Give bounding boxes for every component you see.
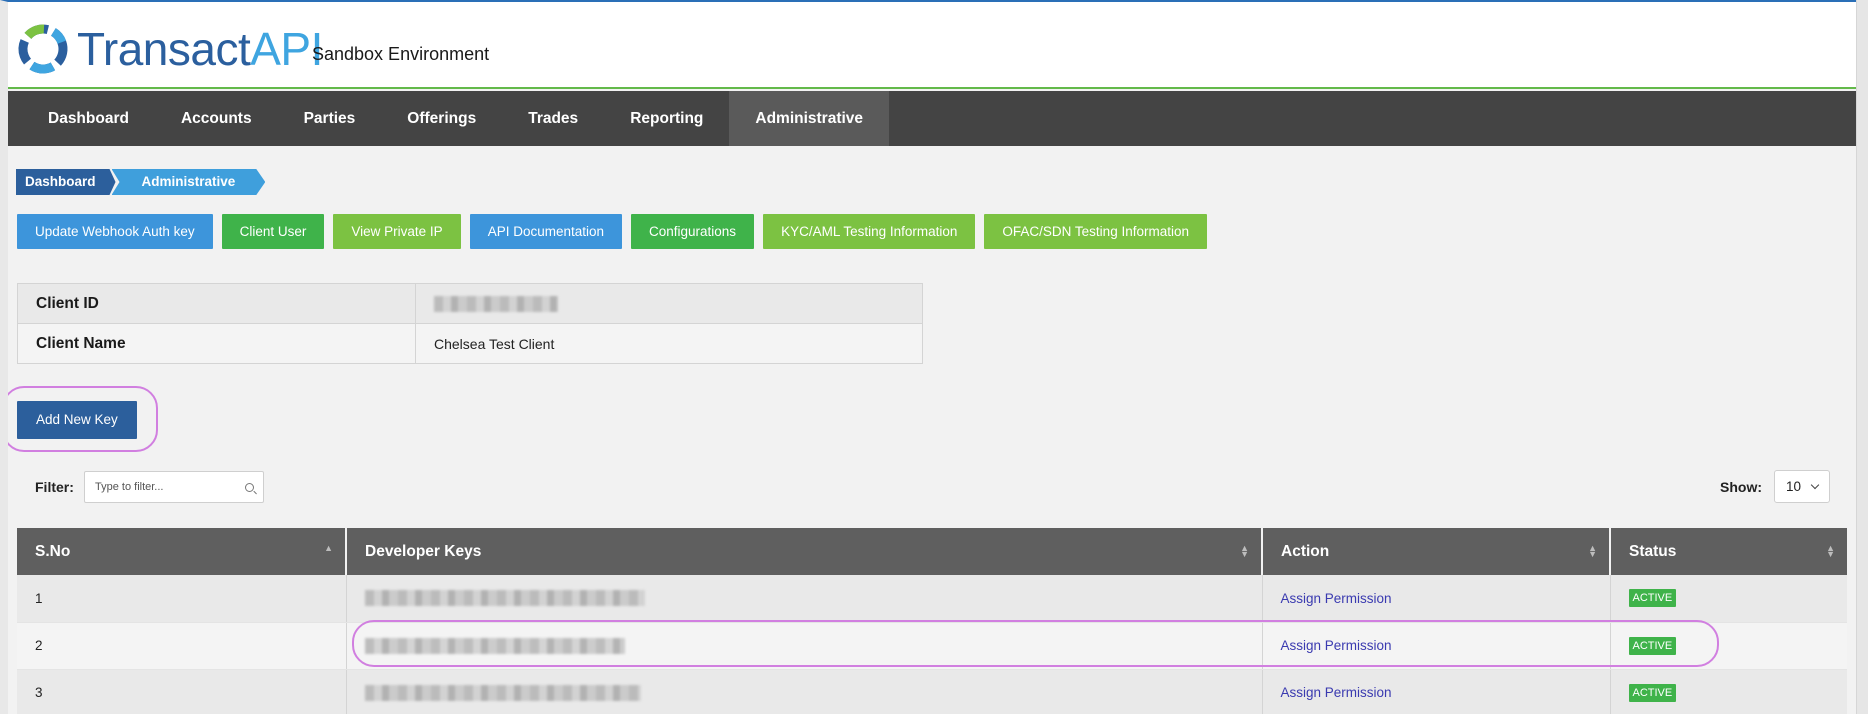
- highlight-annotation: [352, 620, 1719, 667]
- client-id-value: [415, 283, 923, 324]
- nav-item-trades[interactable]: Trades: [502, 91, 604, 146]
- column-header-sno[interactable]: S.No ▲: [17, 528, 347, 575]
- update-webhook-auth-key-button[interactable]: Update Webhook Auth key: [17, 214, 213, 249]
- column-header-developer-keys[interactable]: Developer Keys ▲ ▼: [346, 528, 1263, 575]
- highlight-annotation: [8, 386, 158, 452]
- page-size-value: 10: [1786, 479, 1802, 494]
- column-header-developer-keys-label: Developer Keys: [365, 542, 482, 560]
- status-badge: ACTIVE: [1628, 589, 1677, 608]
- filter-box: [84, 471, 264, 503]
- filter-input[interactable]: [95, 479, 235, 495]
- scrollbar[interactable]: [1856, 0, 1868, 714]
- logo-ring-icon: [18, 24, 68, 74]
- status-badge: ACTIVE: [1628, 683, 1677, 702]
- client-info-table: Client ID Client Name Chelsea Test Clien…: [17, 283, 923, 364]
- client-name-value: Chelsea Test Client: [415, 323, 923, 364]
- row-sno: 1: [17, 575, 347, 623]
- logo-text-transact: Transact: [77, 23, 251, 75]
- table-row: 1 Assign Permission ACTIVE: [17, 575, 1847, 623]
- sort-asc-icon: ▲: [324, 543, 333, 553]
- redacted-developer-key: [364, 590, 645, 607]
- page-frame: TransactAPI Sandbox Environment Dashboar…: [0, 0, 1868, 714]
- logo-text: TransactAPI: [77, 22, 323, 76]
- table-header-row: S.No ▲ Developer Keys ▲ ▼ Action ▲ ▼ Status ▲ ▼: [17, 528, 1847, 575]
- column-header-action-label: Action: [1281, 542, 1330, 560]
- show-label: Show:: [1720, 479, 1762, 495]
- chevron-down-icon: [1810, 480, 1820, 490]
- breadcrumb-administrative[interactable]: Administrative: [112, 169, 266, 195]
- kyc-aml-testing-button[interactable]: KYC/AML Testing Information: [763, 214, 976, 249]
- sort-icon: ▲ ▼: [1826, 543, 1835, 559]
- environment-title: Sandbox Environment: [312, 44, 490, 64]
- column-header-status-label: Status: [1629, 542, 1677, 560]
- nav-item-offerings[interactable]: Offerings: [381, 91, 502, 146]
- client-id-row: Client ID: [17, 283, 923, 324]
- developer-key-cell: [346, 669, 1263, 714]
- assign-permission-link[interactable]: Assign Permission: [1262, 575, 1611, 623]
- column-header-sno-label: S.No: [35, 542, 71, 560]
- client-id-label: Client ID: [17, 283, 416, 324]
- client-name-label: Client Name: [17, 323, 416, 364]
- sort-icon: ▲ ▼: [1240, 543, 1249, 559]
- developer-key-cell: [346, 575, 1263, 623]
- configurations-button[interactable]: Configurations: [631, 214, 755, 249]
- sort-icon: ▲ ▼: [1588, 543, 1597, 559]
- assign-permission-link[interactable]: Assign Permission: [1262, 669, 1611, 714]
- breadcrumb: Dashboard Administrative: [16, 169, 265, 195]
- client-name-row: Client Name Chelsea Test Client: [17, 323, 923, 364]
- column-header-status[interactable]: Status ▲ ▼: [1610, 528, 1847, 575]
- filter-label: Filter:: [35, 479, 74, 495]
- status-cell: ACTIVE: [1610, 575, 1847, 623]
- row-sno: 3: [17, 669, 347, 714]
- admin-actions: Update Webhook Auth key Client User View…: [17, 214, 1207, 249]
- nav-item-accounts[interactable]: Accounts: [155, 91, 278, 146]
- page-size-select[interactable]: 10: [1774, 470, 1830, 503]
- nav-item-parties[interactable]: Parties: [278, 91, 382, 146]
- client-user-button[interactable]: Client User: [221, 214, 325, 249]
- status-cell: ACTIVE: [1610, 669, 1847, 714]
- row-sno: 2: [17, 622, 347, 670]
- table-row: 3 Assign Permission ACTIVE: [17, 669, 1847, 714]
- nav-item-administrative[interactable]: Administrative: [729, 91, 890, 146]
- api-documentation-button[interactable]: API Documentation: [469, 214, 622, 249]
- main-nav: Dashboard Accounts Parties Offerings Tra…: [8, 91, 1856, 146]
- redacted-developer-key: [364, 684, 641, 701]
- header: TransactAPI Sandbox Environment: [8, 2, 1856, 89]
- ofac-sdn-testing-button[interactable]: OFAC/SDN Testing Information: [984, 214, 1207, 249]
- view-private-ip-button[interactable]: View Private IP: [333, 214, 461, 249]
- nav-item-reporting[interactable]: Reporting: [604, 91, 729, 146]
- breadcrumb-dashboard[interactable]: Dashboard: [16, 169, 116, 195]
- nav-item-dashboard[interactable]: Dashboard: [8, 91, 155, 146]
- logo[interactable]: TransactAPI: [16, 22, 323, 76]
- redacted-client-id: [434, 296, 558, 313]
- column-header-action[interactable]: Action ▲ ▼: [1262, 528, 1611, 575]
- search-icon: [245, 483, 254, 492]
